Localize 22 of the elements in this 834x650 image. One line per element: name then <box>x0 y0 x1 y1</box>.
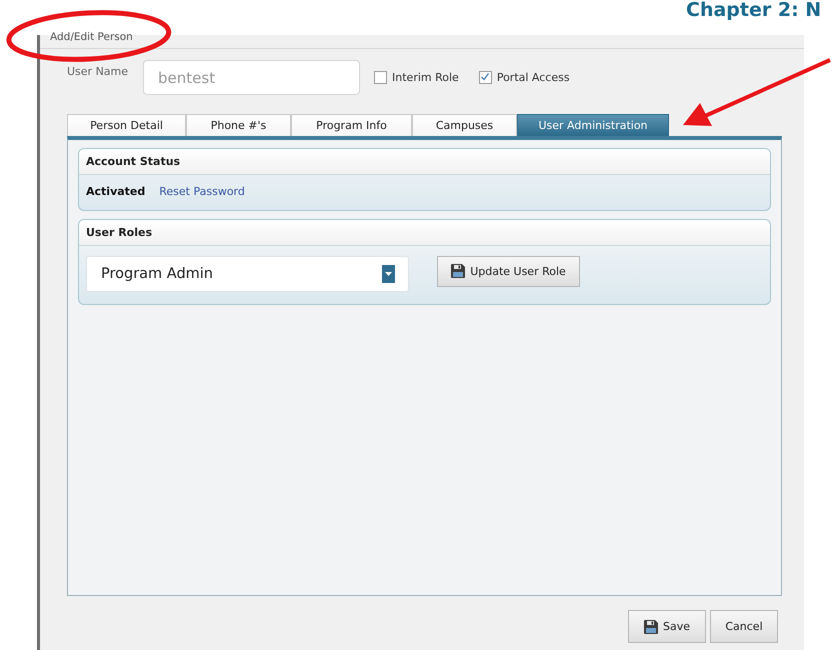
section-title: User Roles <box>79 220 770 246</box>
tab[interactable]: Program Info <box>291 114 412 136</box>
checkbox[interactable] <box>478 70 492 84</box>
save-icon <box>644 620 658 634</box>
checkbox-label: Portal Access <box>496 70 570 84</box>
section-title: Account Status <box>79 149 770 175</box>
save-icon <box>451 264 466 278</box>
tab[interactable]: Person Detail <box>67 114 186 136</box>
tab[interactable]: User Administration <box>517 114 669 136</box>
document-heading: Chapter 2: N <box>686 0 822 20</box>
update-role-button[interactable]: Update User Role <box>437 256 580 286</box>
reset-password-link[interactable]: Reset Password <box>159 185 245 198</box>
checkbox-label: Interim Role <box>392 70 459 84</box>
checkbox[interactable] <box>374 70 388 84</box>
field-label: User Name <box>67 64 128 78</box>
tab[interactable]: Phone #'s <box>186 114 291 136</box>
cancel-button[interactable]: Cancel <box>710 610 778 643</box>
status-text: Activated <box>86 185 146 198</box>
role-dropdown[interactable]: Program Admin <box>86 256 409 292</box>
window-title: Add/Edit Person <box>50 31 133 44</box>
tab[interactable]: Campuses <box>412 114 517 136</box>
save-button[interactable]: Save <box>628 610 706 643</box>
